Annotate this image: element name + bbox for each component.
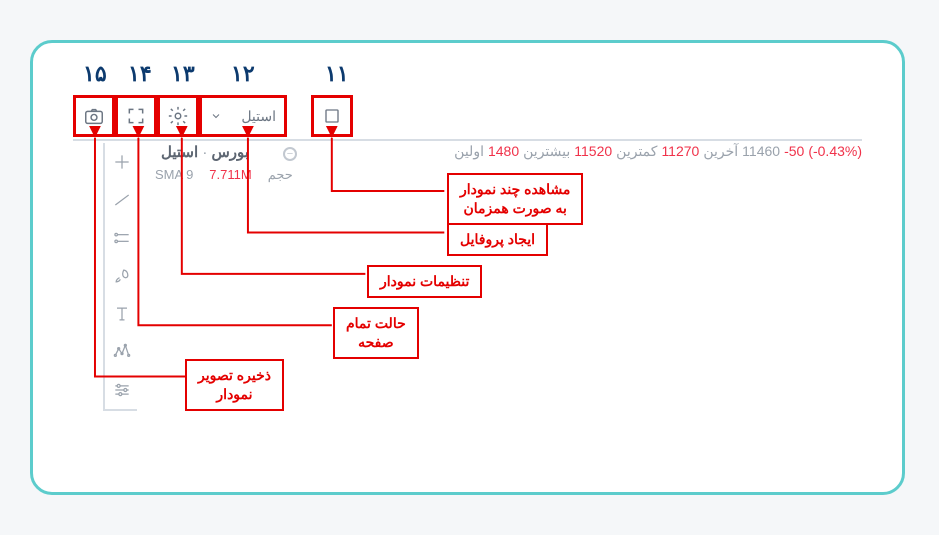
val-first: 1480	[488, 143, 519, 160]
chevron-down-icon	[210, 110, 222, 122]
sma-row: SMA 9 7.711M حجم	[155, 167, 293, 183]
horizontal-lines-icon	[112, 228, 132, 248]
text-tool[interactable]	[105, 295, 139, 333]
callout-13: تنظیمات نمودار	[367, 265, 482, 298]
style-profile-dropdown[interactable]: استیل	[199, 95, 287, 137]
val-low: 11520	[574, 143, 612, 160]
exchange-label: بورس	[212, 144, 249, 161]
label-14: ۱۴	[128, 61, 152, 87]
quote-row: (-0.43%) -50 11460 آخرین 11270 کمترین 11…	[145, 143, 862, 160]
val-a: 11460	[742, 143, 780, 160]
callout-15: ذخیره تصویر نمودار	[185, 359, 284, 411]
symbol-block: بورس · استیل	[161, 143, 249, 161]
label-13: ۱۳	[171, 61, 195, 87]
multi-chart-button[interactable]	[311, 95, 353, 137]
gear-icon	[167, 105, 189, 127]
callout-14: حالت تمام صفحه	[333, 307, 419, 359]
change-pct: (-0.43%)	[808, 143, 862, 160]
chart-top-toolbar: استیل	[73, 95, 862, 141]
label-15: ۱۵	[83, 61, 107, 87]
label-11: ۱۱	[325, 61, 349, 87]
lbl-low: کمترین	[616, 143, 657, 160]
sliders-icon	[112, 380, 132, 400]
sma-vol-label: حجم	[268, 167, 293, 183]
camera-icon	[83, 105, 105, 127]
change-abs: -50	[784, 143, 804, 160]
drawing-toolbar	[103, 143, 137, 411]
dot-sep: ·	[202, 144, 207, 161]
chart-settings-button[interactable]	[157, 95, 199, 137]
horizontal-line-tool[interactable]	[105, 219, 139, 257]
lbl-first: اولین	[454, 143, 484, 160]
fullscreen-button[interactable]	[115, 95, 157, 137]
chart-toolbar-card: ۱۵ ۱۴ ۱۳ ۱۲ ۱۱ استیل (-0.43%) -50 11460 …	[30, 40, 905, 495]
trend-line-icon	[112, 190, 132, 210]
style-dropdown-label: استیل	[241, 108, 276, 125]
trend-line-tool[interactable]	[105, 181, 139, 219]
label-12: ۱۲	[231, 61, 255, 87]
brush-icon	[112, 266, 132, 286]
pattern-icon	[112, 342, 132, 362]
grid-layout-icon	[323, 107, 341, 125]
sma-label: SMA 9	[155, 167, 193, 183]
collapse-icon[interactable]: −	[283, 147, 297, 161]
crosshair-tool[interactable]	[105, 143, 139, 181]
capture-image-button[interactable]	[73, 95, 115, 137]
lbl-high: بیشترین	[523, 143, 570, 160]
callout-12: ایجاد پروفایل	[447, 223, 548, 256]
callout-11: مشاهده چند نمودار به صورت همزمان	[447, 173, 583, 225]
text-icon	[112, 304, 132, 324]
crosshair-icon	[112, 152, 132, 172]
brush-tool[interactable]	[105, 257, 139, 295]
sma-value: 7.711M	[209, 167, 251, 183]
fullscreen-icon	[126, 106, 146, 126]
symbol-name: استیل	[161, 144, 198, 161]
val-last: 11270	[661, 143, 699, 160]
pattern-tool[interactable]	[105, 333, 139, 371]
sliders-tool[interactable]	[105, 371, 139, 409]
lbl-last: آخرین	[703, 143, 738, 160]
